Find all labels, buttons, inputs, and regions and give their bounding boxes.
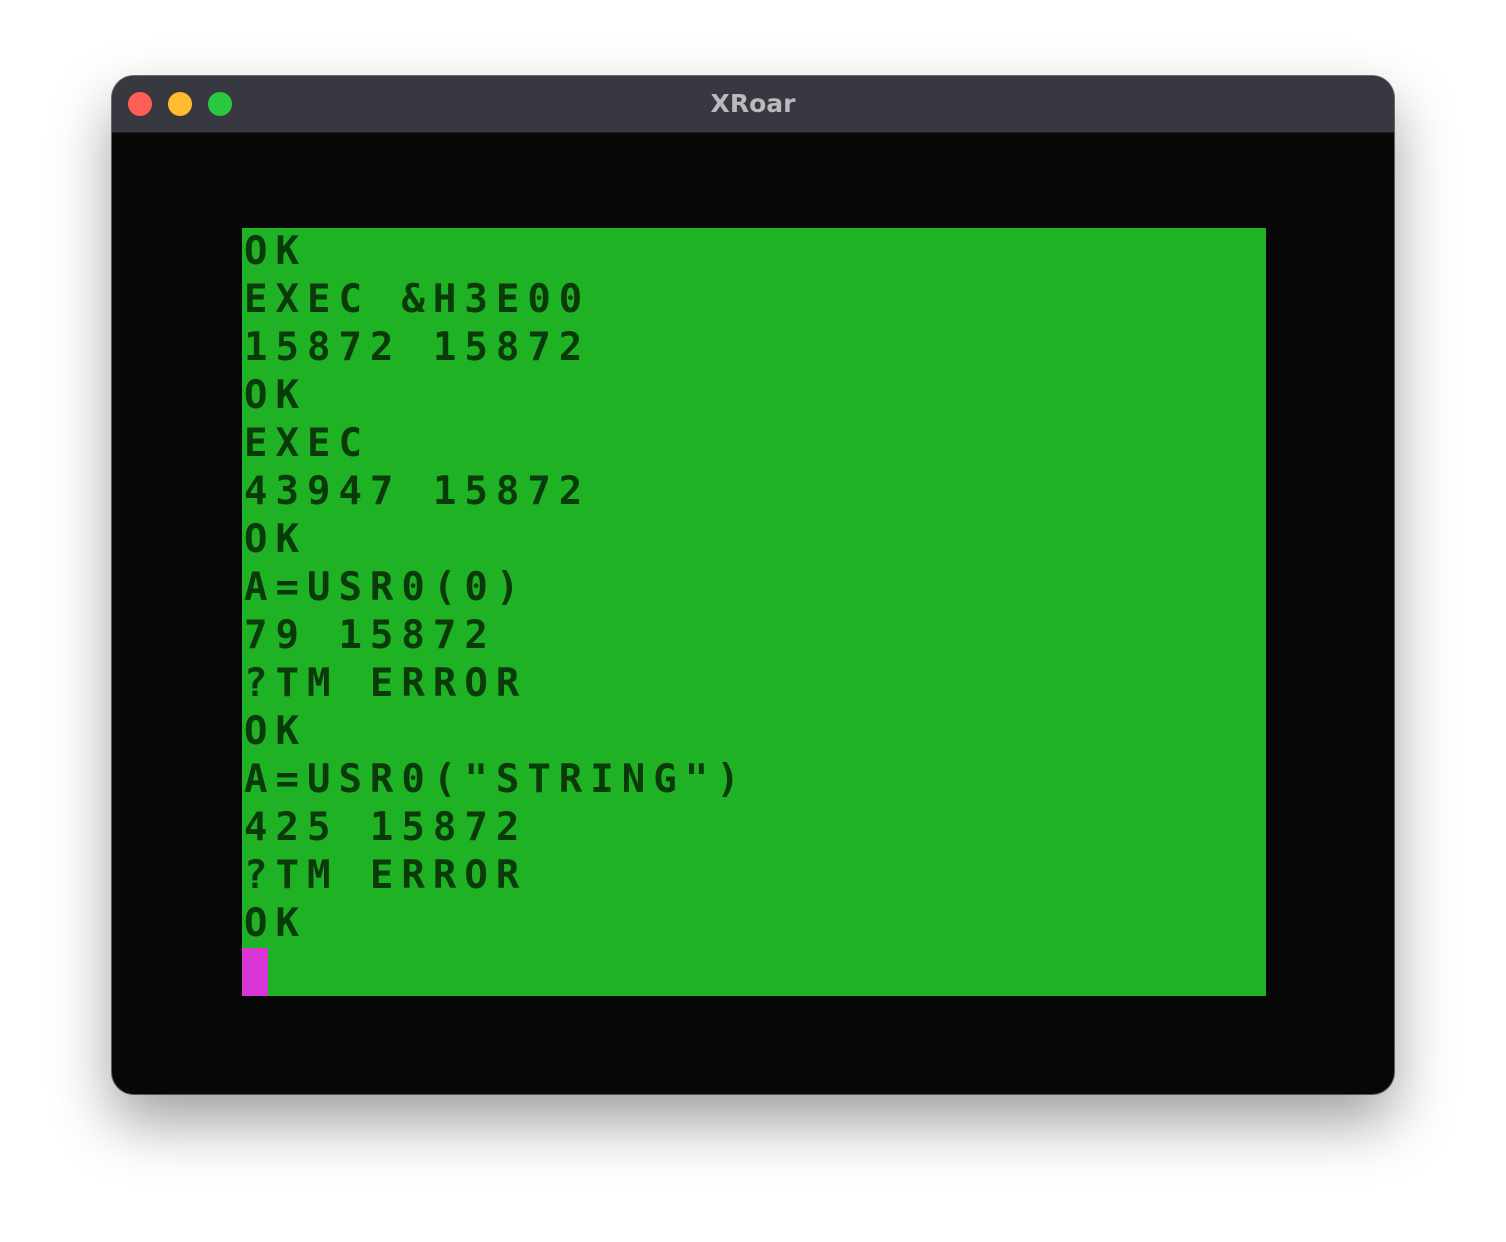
screen-line: 79 15872 xyxy=(244,613,496,658)
screen-line: OK xyxy=(244,229,307,274)
screen-line: 43947 15872 xyxy=(244,469,591,514)
text-cursor xyxy=(242,948,268,996)
title-bar[interactable]: XRoar xyxy=(112,76,1394,133)
screen-line: EXEC &H3E00 xyxy=(244,277,591,322)
screen-line: A=USR0("STRING") xyxy=(244,757,748,802)
emulator-screen[interactable]: OK EXEC &H3E00 15872 15872 OK EXEC 43947… xyxy=(242,228,1266,996)
screen-line: OK xyxy=(244,709,307,754)
screen-line: 15872 15872 xyxy=(244,325,591,370)
screen-line: OK xyxy=(244,901,307,946)
screen-line: EXEC xyxy=(244,421,370,466)
screen-line: ?TM ERROR xyxy=(244,661,528,706)
screen-line: OK xyxy=(244,373,307,418)
xroar-window: XRoar OK EXEC &H3E00 15872 15872 OK EXEC… xyxy=(112,76,1394,1094)
screen-line: ?TM ERROR xyxy=(244,853,528,898)
screen-line: A=USR0(0) xyxy=(244,565,528,610)
window-title: XRoar xyxy=(710,89,796,118)
screen-line: OK xyxy=(244,517,307,562)
screen-line: 425 15872 xyxy=(244,805,528,850)
